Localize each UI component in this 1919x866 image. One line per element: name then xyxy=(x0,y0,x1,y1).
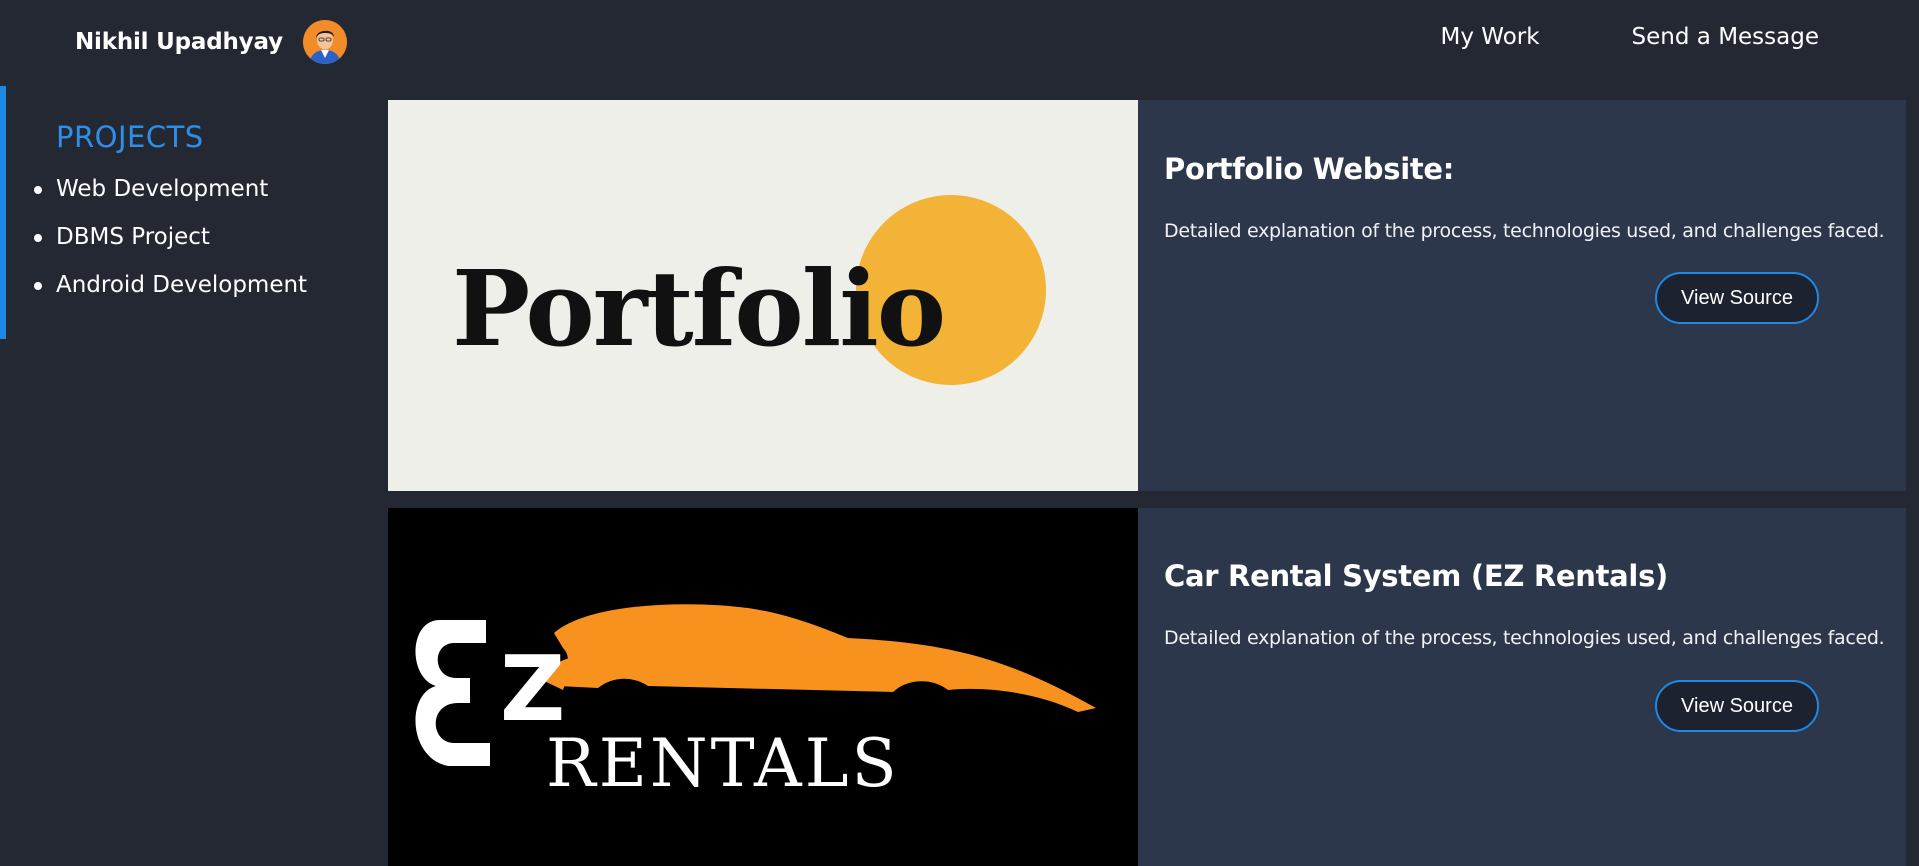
project-card-portfolio: Portfolio Portfolio Website: Detailed ex… xyxy=(388,100,1906,491)
sidebar-list: Web Development DBMS Project Android Dev… xyxy=(33,174,307,318)
person-avatar-icon xyxy=(302,20,347,64)
brand-name[interactable]: Nikhil Upadhyay xyxy=(75,29,283,55)
project-description: Detailed explanation of the process, tec… xyxy=(1164,220,1885,242)
brand[interactable]: Nikhil Upadhyay xyxy=(75,20,347,64)
nav-my-work-link[interactable]: My Work xyxy=(1441,24,1540,50)
site-header: Nikhil Upadhyay My Work Send a Message xyxy=(0,0,1919,86)
project-title: Portfolio Website: xyxy=(1164,152,1455,186)
nav-send-message-link[interactable]: Send a Message xyxy=(1632,24,1819,50)
portfolio-image: Portfolio xyxy=(388,100,1138,491)
main-nav: My Work Send a Message xyxy=(1441,24,1819,50)
project-description: Detailed explanation of the process, tec… xyxy=(1164,627,1885,649)
sidebar-item-android-development[interactable]: Android Development xyxy=(33,270,307,318)
projects-sidebar: PROJECTS Web Development DBMS Project An… xyxy=(0,86,360,339)
sidebar-item-dbms-project[interactable]: DBMS Project xyxy=(33,222,307,270)
view-source-button[interactable]: View Source xyxy=(1655,680,1819,732)
project-title: Car Rental System (EZ Rentals) xyxy=(1164,559,1668,593)
sidebar-title: PROJECTS xyxy=(56,120,204,154)
project-card-ez-rentals: Z RENTALS Car Rental System (EZ Rentals)… xyxy=(388,508,1906,866)
sidebar-item-web-development[interactable]: Web Development xyxy=(33,174,307,222)
view-source-button[interactable]: View Source xyxy=(1655,272,1819,324)
portfolio-logo-text: Portfolio xyxy=(452,247,944,370)
ez-rentals-image: Z RENTALS xyxy=(388,508,1138,866)
ez-logo-rentals-text: RENTALS xyxy=(546,725,900,802)
